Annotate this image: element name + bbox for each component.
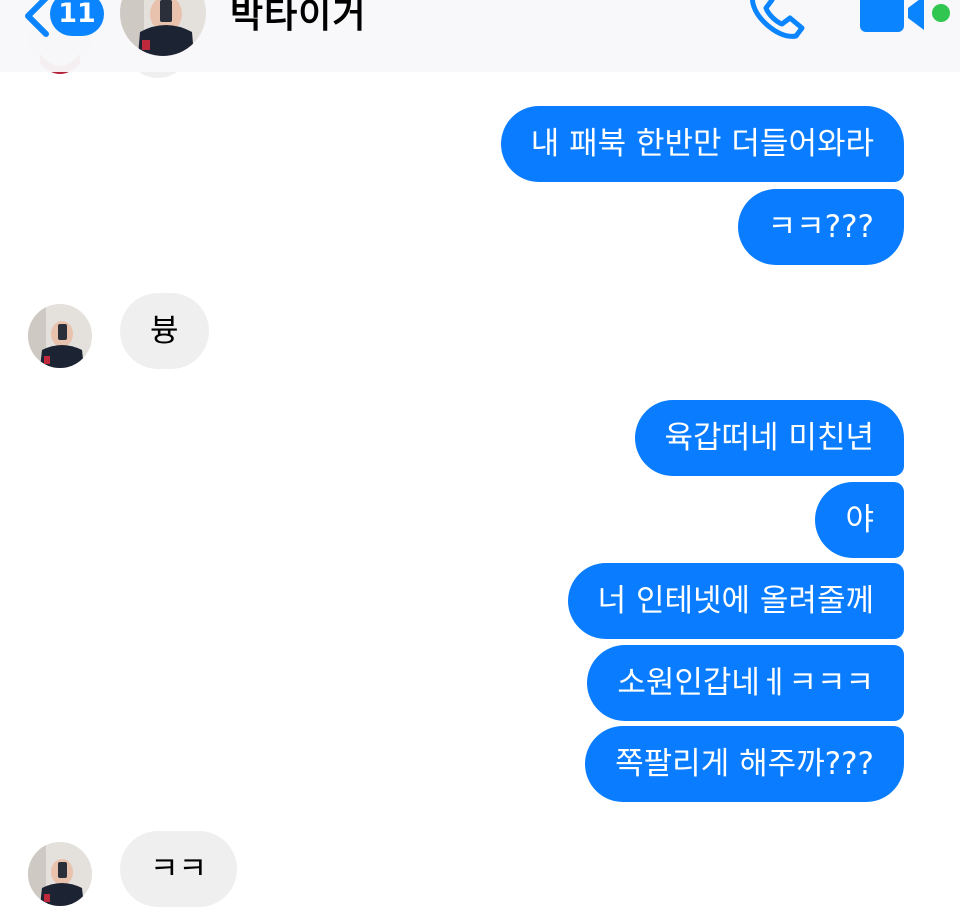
outgoing-message[interactable]: ㅋㅋ??? [737,189,904,265]
contact-avatar-small[interactable] [28,304,92,368]
incoming-message[interactable]: 븅 [120,293,209,369]
outgoing-message[interactable]: 쪽팔리게 해주까??? [585,726,904,802]
incoming-message[interactable]: ㅋㅋ [120,831,238,907]
online-status-dot [932,4,950,22]
video-camera-icon[interactable] [858,0,930,34]
outgoing-message[interactable]: 소원인갑네ㅔㅋㅋㅋ [587,645,904,721]
chat-header: 11 박타이거 [0,0,960,72]
phone-icon[interactable] [746,0,808,42]
back-chevron-icon[interactable] [18,0,54,38]
messenger-chat-screen: 11 박타이거 내 패북 한반만 더들어와라 ㅋㅋ??? 븅 육갑떠네 미친년 … [0,0,960,922]
contact-avatar-small[interactable] [28,842,92,906]
contact-name[interactable]: 박타이거 [230,0,366,38]
unread-count-badge[interactable]: 11 [50,0,104,36]
outgoing-message[interactable]: 육갑떠네 미친년 [634,400,904,476]
contact-avatar[interactable] [120,0,206,56]
outgoing-message[interactable]: 야 [815,482,904,558]
outgoing-message[interactable]: 너 인테넷에 올려줄께 [567,563,904,639]
outgoing-message[interactable]: 내 패북 한반만 더들어와라 [500,106,904,182]
